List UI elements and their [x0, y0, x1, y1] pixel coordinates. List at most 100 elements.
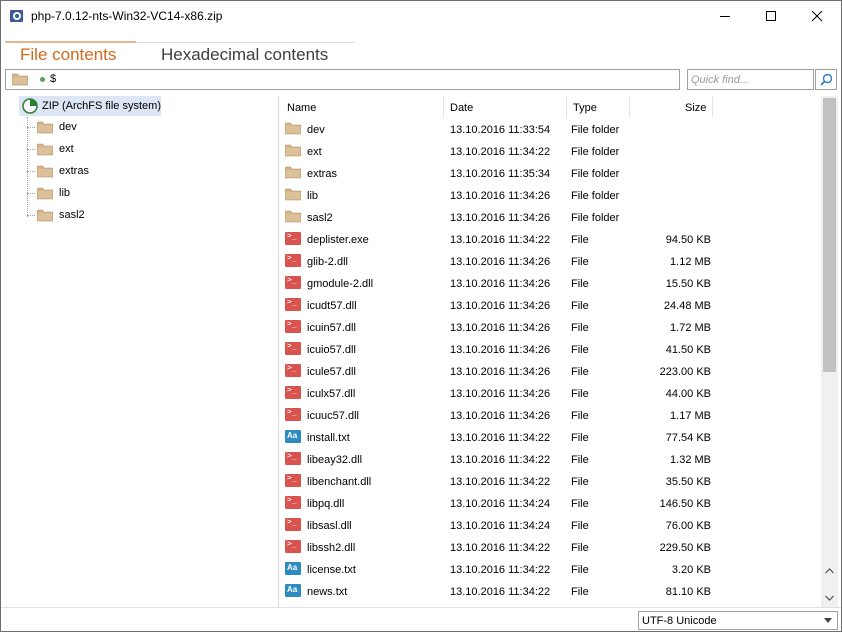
cell-type: File	[571, 388, 589, 400]
column-separator[interactable]	[629, 96, 630, 118]
cell-size: 1.17 MB	[670, 410, 711, 422]
table-row[interactable]: icuin57.dll 13.10.2016 11:34:26 File 1.72 M…	[279, 316, 821, 338]
executable-icon	[285, 297, 301, 311]
cell-name: gmodule-2.dll	[307, 278, 374, 290]
cell-type: File folder	[571, 212, 620, 224]
table-row[interactable]: dev 13.10.2016 11:33:54 File folder	[279, 118, 821, 140]
column-header-row: Name Date Type Size	[279, 96, 821, 118]
table-row[interactable]: libpq.dll 13.10.2016 11:34:24 File 146.50 K…	[279, 492, 821, 514]
cell-type: File	[571, 322, 589, 334]
quick-find-input[interactable]	[691, 71, 811, 88]
tab-file-contents[interactable]: File contents	[20, 45, 116, 65]
cell-size: 35.50 KB	[665, 476, 711, 488]
cell-size: 1.32 MB	[670, 454, 711, 466]
cell-date: 13.10.2016 11:34:26	[450, 300, 551, 312]
column-header-date[interactable]: Date	[450, 102, 473, 114]
minimize-button[interactable]	[702, 1, 748, 32]
table-row[interactable]: glib-2.dll 13.10.2016 11:34:26 File 1.12 MB	[279, 250, 821, 272]
table-row[interactable]: extras 13.10.2016 11:35:34 File folder	[279, 162, 821, 184]
vertical-scrollbar[interactable]	[821, 96, 838, 607]
cell-name: dev	[307, 124, 325, 136]
dropdown-arrow-icon	[824, 618, 832, 623]
table-row[interactable]: icuio57.dll 13.10.2016 11:34:26 File 41.50 …	[279, 338, 821, 360]
executable-icon	[285, 473, 301, 487]
tree-item-sasl2[interactable]: sasl2	[27, 205, 227, 225]
cell-date: 13.10.2016 11:34:22	[450, 476, 551, 488]
executable-icon	[285, 319, 301, 333]
executable-icon	[285, 363, 301, 377]
cell-date: 13.10.2016 11:34:26	[450, 278, 551, 290]
column-separator[interactable]	[443, 96, 444, 118]
table-row[interactable]: icudt57.dll 13.10.2016 11:34:26 File 24.48 …	[279, 294, 821, 316]
table-row[interactable]: libssh2.dll 13.10.2016 11:34:22 File 229.50…	[279, 536, 821, 558]
cell-date: 13.10.2016 11:34:26	[450, 256, 551, 268]
tree-branch-line	[27, 127, 35, 128]
table-row[interactable]: lib 13.10.2016 11:34:26 File folder	[279, 184, 821, 206]
cell-size: 223.00 KB	[659, 366, 711, 378]
column-separator[interactable]	[712, 96, 713, 118]
encoding-select[interactable]: UTF-8 Unicode	[638, 611, 838, 630]
cell-name: install.txt	[307, 432, 350, 444]
cell-type: File	[571, 454, 589, 466]
cell-type: File	[571, 366, 589, 378]
path-separator-dot	[40, 77, 45, 82]
cell-date: 13.10.2016 11:34:26	[450, 212, 551, 224]
window-title: php-7.0.12-nts-Win32-VC14-x86.zip	[31, 9, 223, 23]
cell-date: 13.10.2016 11:34:22	[450, 542, 551, 554]
folder-icon	[285, 122, 301, 135]
cell-type: File	[571, 234, 589, 246]
table-row[interactable]: license.txt 13.10.2016 11:34:22 File 3.20 K…	[279, 558, 821, 580]
tree-item-dev[interactable]: dev	[27, 117, 227, 137]
tab-hexadecimal-contents[interactable]: Hexadecimal contents	[161, 45, 328, 65]
scroll-down-button[interactable]	[821, 590, 838, 607]
executable-icon	[285, 275, 301, 289]
cell-size: 41.50 KB	[665, 344, 711, 356]
table-row[interactable]: deplister.exe 13.10.2016 11:34:22 File 94.5…	[279, 228, 821, 250]
table-row[interactable]: libenchant.dll 13.10.2016 11:34:22 File 35.…	[279, 470, 821, 492]
path-bar[interactable]: $	[5, 69, 680, 90]
table-row[interactable]: libsasl.dll 13.10.2016 11:34:24 File 76.00 …	[279, 514, 821, 536]
tree-item-label: dev	[59, 121, 77, 133]
close-icon	[812, 11, 823, 22]
encoding-value: UTF-8 Unicode	[642, 615, 717, 627]
cell-name: libeay32.dll	[307, 454, 363, 466]
quick-find-box[interactable]	[687, 69, 814, 90]
column-header-type[interactable]: Type	[573, 102, 597, 114]
table-row[interactable]: iculx57.dll 13.10.2016 11:34:26 File 44.00 …	[279, 382, 821, 404]
scrollbar-thumb[interactable]	[823, 98, 836, 372]
column-header-size[interactable]: Size	[685, 102, 706, 114]
scroll-up-button[interactable]	[821, 563, 838, 580]
tree-item-lib[interactable]: lib	[27, 183, 227, 203]
app-icon	[10, 10, 23, 22]
tree-branch-line	[27, 215, 35, 216]
tree-root-zip[interactable]: ZIP (ArchFS file system)	[19, 96, 161, 116]
table-row[interactable]: icule57.dll 13.10.2016 11:34:26 File 223.00…	[279, 360, 821, 382]
maximize-button[interactable]	[748, 1, 794, 32]
cell-type: File	[571, 432, 589, 444]
app-window: php-7.0.12-nts-Win32-VC14-x86.zip File c…	[0, 0, 842, 632]
cell-size: 44.00 KB	[665, 388, 711, 400]
cell-size: 1.12 MB	[670, 256, 711, 268]
search-button[interactable]	[815, 69, 837, 90]
cell-date: 13.10.2016 11:34:26	[450, 388, 551, 400]
tree-item-ext[interactable]: ext	[27, 139, 227, 159]
table-row[interactable]: icuuc57.dll 13.10.2016 11:34:26 File 1.17 M…	[279, 404, 821, 426]
cell-date: 13.10.2016 11:34:26	[450, 410, 551, 422]
status-bar: UTF-8 Unicode	[1, 607, 841, 631]
table-row[interactable]: sasl2 13.10.2016 11:34:26 File folder	[279, 206, 821, 228]
column-separator[interactable]	[566, 96, 567, 118]
cell-size: 146.50 KB	[659, 498, 711, 510]
cell-name: icuin57.dll	[307, 322, 356, 334]
table-row[interactable]: libeay32.dll 13.10.2016 11:34:22 File 1.32 …	[279, 448, 821, 470]
cell-type: File folder	[571, 124, 620, 136]
table-row[interactable]: gmodule-2.dll 13.10.2016 11:34:26 File 15.5…	[279, 272, 821, 294]
table-row[interactable]: news.txt 13.10.2016 11:34:22 File 81.10 KB	[279, 580, 821, 602]
tree-item-extras[interactable]: extras	[27, 161, 227, 181]
column-header-name[interactable]: Name	[287, 102, 316, 114]
cell-type: File	[571, 542, 589, 554]
table-row[interactable]: install.txt 13.10.2016 11:34:22 File 77.54 …	[279, 426, 821, 448]
folder-icon	[285, 188, 301, 201]
table-row[interactable]: ext 13.10.2016 11:34:22 File folder	[279, 140, 821, 162]
cell-size: 15.50 KB	[665, 278, 711, 290]
close-button[interactable]	[794, 1, 840, 32]
